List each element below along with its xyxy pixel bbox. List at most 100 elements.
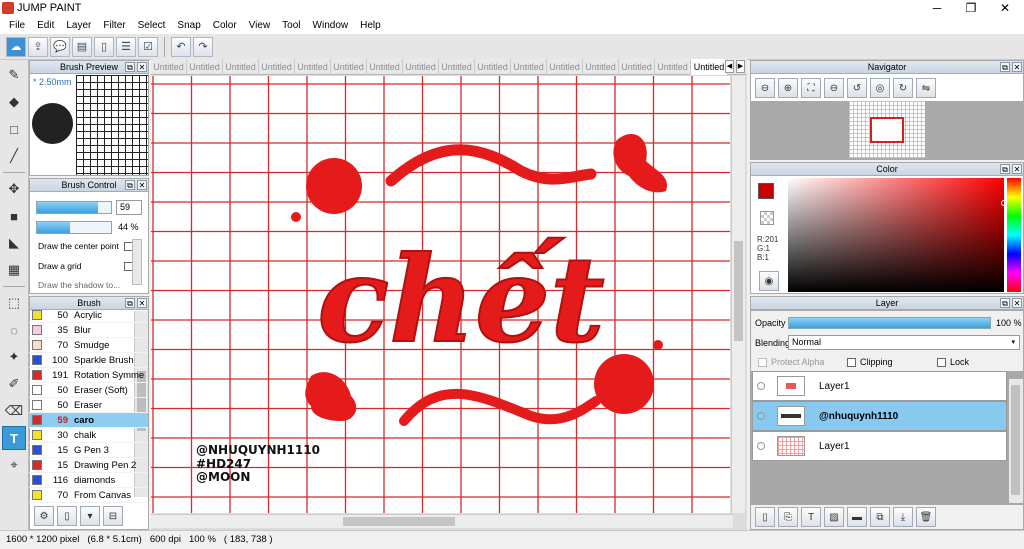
- rotate-right-icon[interactable]: ↻: [893, 78, 913, 98]
- scroll-thumb[interactable]: [734, 241, 743, 341]
- float-icon[interactable]: ⧉: [125, 62, 135, 72]
- document-tab[interactable]: Untitled: [511, 59, 547, 75]
- document-tab[interactable]: Untitled: [187, 59, 223, 75]
- select-pen-tool-icon[interactable]: ✐: [2, 372, 26, 396]
- layer-row-selected[interactable]: @nhuquynh1110: [752, 401, 1007, 431]
- brush-item[interactable]: 50 Acrylic: [29, 308, 148, 323]
- brush-size-slider[interactable]: [36, 201, 112, 214]
- merge-layer-icon[interactable]: ⤓: [893, 507, 913, 527]
- visibility-icon[interactable]: [757, 382, 765, 390]
- zoom-reset-icon[interactable]: ⊖: [824, 78, 844, 98]
- delete-layer-icon[interactable]: 🗑: [916, 507, 936, 527]
- brush-item[interactable]: 50 Eraser: [29, 398, 148, 413]
- maximize-button[interactable]: ❐: [954, 0, 988, 16]
- palette-icon[interactable]: ◉: [759, 271, 779, 291]
- folder-icon[interactable]: ▬: [847, 507, 867, 527]
- document-tab[interactable]: Untitled: [295, 59, 331, 75]
- new-layer-icon[interactable]: ▯: [755, 507, 775, 527]
- brush-item[interactable]: 70 Smudge: [29, 338, 148, 353]
- copy-layer-icon[interactable]: ⎘: [778, 507, 798, 527]
- brush-tool-icon[interactable]: ✎: [2, 63, 26, 87]
- close-icon[interactable]: ✕: [137, 62, 147, 72]
- share-icon[interactable]: ⇪: [28, 36, 48, 57]
- new-brush-icon[interactable]: ▯: [57, 506, 77, 526]
- gradient-tool-icon[interactable]: ▦: [2, 258, 26, 282]
- brush-size-value[interactable]: 59: [116, 200, 142, 215]
- float-icon[interactable]: ⧉: [1000, 298, 1010, 308]
- select-eraser-tool-icon[interactable]: ⌫: [2, 399, 26, 423]
- bucket-tool-icon[interactable]: ◣: [2, 231, 26, 255]
- float-icon[interactable]: ⧉: [1000, 164, 1010, 174]
- close-icon[interactable]: ✕: [137, 298, 147, 308]
- brush-item[interactable]: 15 Drawing Pen 2: [29, 458, 148, 473]
- lasso-tool-icon[interactable]: ◌: [2, 318, 26, 342]
- eyedropper-tool-icon[interactable]: ⌖: [2, 453, 26, 477]
- flip-icon[interactable]: ⇋: [916, 78, 936, 98]
- text-layer-icon[interactable]: T: [801, 507, 821, 527]
- line-tool-icon[interactable]: ╱: [2, 144, 26, 168]
- menu-layer[interactable]: Layer: [60, 20, 97, 31]
- float-icon[interactable]: ⧉: [125, 298, 135, 308]
- document-tab[interactable]: Untitled: [151, 59, 187, 75]
- undo-icon[interactable]: ↶: [171, 36, 191, 57]
- close-button[interactable]: ✕: [988, 0, 1022, 16]
- menu-help[interactable]: Help: [354, 20, 387, 31]
- scroll-thumb[interactable]: [1011, 385, 1020, 495]
- document-tab-active[interactable]: Untitled: [691, 59, 728, 75]
- tab-scroll-right[interactable]: ▶: [736, 60, 745, 73]
- close-icon[interactable]: ✕: [1012, 62, 1022, 72]
- float-icon[interactable]: ⧉: [1000, 62, 1010, 72]
- duplicate-layer-icon[interactable]: ⧉: [870, 507, 890, 527]
- document-tab[interactable]: Untitled: [223, 59, 259, 75]
- layer-list-scrollbar[interactable]: [1009, 379, 1023, 503]
- menu-color[interactable]: Color: [207, 20, 243, 31]
- document-icon[interactable]: ▯: [94, 36, 114, 57]
- brush-settings-icon[interactable]: ⚙: [34, 506, 54, 526]
- document-tab[interactable]: Untitled: [439, 59, 475, 75]
- navigator-thumbnail[interactable]: [849, 101, 925, 158]
- rotate-reset-icon[interactable]: ◎: [870, 78, 890, 98]
- lock-option[interactable]: Lock: [937, 357, 969, 368]
- drawing-canvas[interactable]: chết @NHUQUYNH1110 #HD247 @MOON: [151, 76, 730, 513]
- menu-snap[interactable]: Snap: [171, 20, 206, 31]
- visibility-icon[interactable]: [757, 442, 765, 450]
- document-tab[interactable]: Untitled: [367, 59, 403, 75]
- halftone-layer-icon[interactable]: ▨: [824, 507, 844, 527]
- rotate-left-icon[interactable]: ↺: [847, 78, 867, 98]
- menu-select[interactable]: Select: [132, 20, 172, 31]
- protect-alpha-option[interactable]: Protect Alpha: [758, 357, 825, 368]
- canvas-vertical-scrollbar[interactable]: [731, 76, 745, 513]
- options-scrollbar[interactable]: [132, 239, 142, 285]
- minimize-button[interactable]: ─: [920, 0, 954, 16]
- document-tab[interactable]: Untitled: [259, 59, 295, 75]
- scroll-thumb[interactable]: [343, 517, 455, 526]
- brush-item[interactable]: 100 Sparkle Brush: [29, 353, 148, 368]
- clipping-option[interactable]: Clipping: [847, 357, 893, 368]
- comment-icon[interactable]: 💬: [50, 36, 70, 57]
- menu-view[interactable]: View: [243, 20, 277, 31]
- menu-file[interactable]: File: [3, 20, 31, 31]
- select-rect-tool-icon[interactable]: ⬚: [2, 291, 26, 315]
- brush-delete-icon[interactable]: ⊟: [103, 506, 123, 526]
- brush-item[interactable]: 70 From Canvas: [29, 488, 148, 503]
- list-icon[interactable]: ☰: [116, 36, 136, 57]
- document-tab[interactable]: Untitled: [475, 59, 511, 75]
- cloud-icon[interactable]: ☁: [6, 36, 26, 57]
- brush-item[interactable]: 30 chalk: [29, 428, 148, 443]
- document-tab[interactable]: Untitled: [331, 59, 367, 75]
- hue-slider[interactable]: [1007, 178, 1021, 292]
- menu-window[interactable]: Window: [307, 20, 355, 31]
- tab-scroll-left[interactable]: ◀: [725, 60, 734, 73]
- float-icon[interactable]: ⧉: [125, 180, 135, 190]
- canvas-horizontal-scrollbar[interactable]: [151, 514, 733, 528]
- transparent-color-swatch[interactable]: [760, 211, 774, 225]
- document-tab[interactable]: Untitled: [619, 59, 655, 75]
- checklist-icon[interactable]: ☑: [138, 36, 158, 57]
- zoom-out-icon[interactable]: ⊖: [755, 78, 775, 98]
- close-icon[interactable]: ✕: [1012, 298, 1022, 308]
- fit-icon[interactable]: ⛶: [801, 78, 821, 98]
- brush-item[interactable]: 15 G Pen 3: [29, 443, 148, 458]
- visibility-icon[interactable]: [757, 412, 765, 420]
- layer-row[interactable]: Layer1: [752, 431, 1007, 461]
- close-icon[interactable]: ✕: [137, 180, 147, 190]
